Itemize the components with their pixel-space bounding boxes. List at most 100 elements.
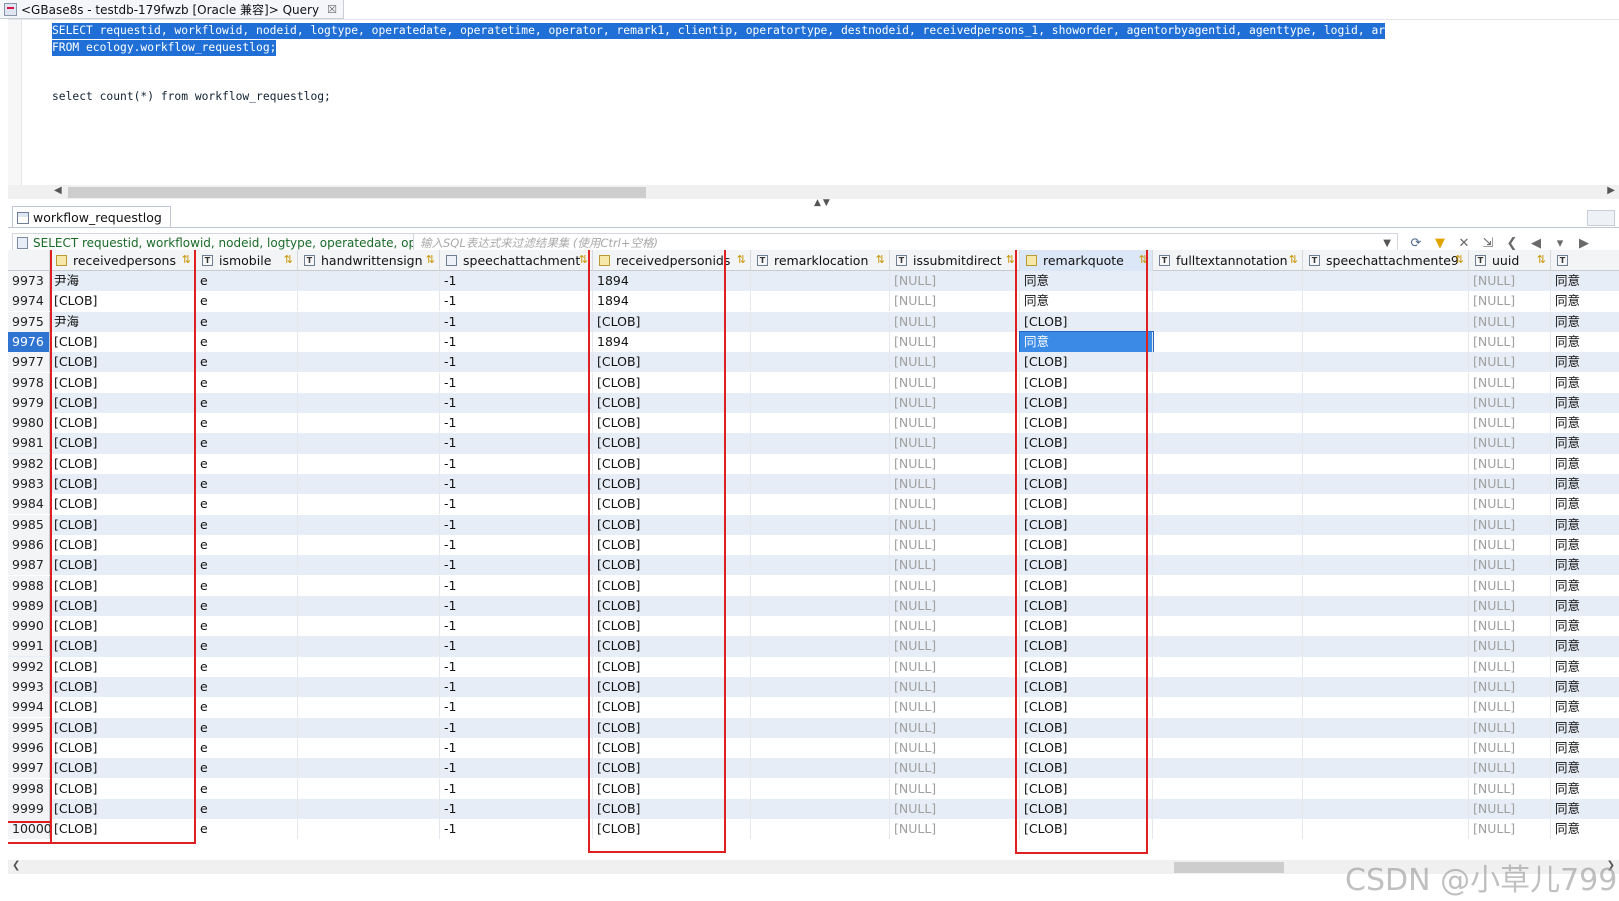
cell-remarkquote[interactable]: [CLOB] [1020, 311, 1153, 332]
cell-receivedpersonids[interactable]: [CLOB] [593, 555, 751, 576]
cell-next[interactable]: 同意 [1551, 332, 1619, 352]
cell-speechattachmente9[interactable] [1303, 595, 1469, 616]
cell-speechattachmente9[interactable] [1303, 413, 1469, 434]
cell-next[interactable]: 同意 [1551, 718, 1619, 738]
cell-speechattachment[interactable]: -1 [440, 311, 593, 332]
column-header-remarklocation[interactable]: Tremarklocation ⇅ [751, 250, 890, 271]
cell-speechattachmente9[interactable] [1303, 656, 1469, 677]
cell-handwrittensign[interactable] [298, 697, 440, 718]
cell-handwrittensign[interactable] [298, 778, 440, 799]
cell-receivedpersonids[interactable]: [CLOB] [593, 413, 751, 434]
cell-remarkquote[interactable]: [CLOB] [1020, 798, 1153, 819]
cell-ismobile[interactable]: e [196, 778, 298, 799]
cell-ismobile[interactable]: e [196, 331, 298, 352]
cell-receivedpersonids[interactable]: [CLOB] [593, 778, 751, 799]
cell-handwrittensign[interactable] [298, 392, 440, 413]
cell-remarklocation[interactable] [751, 737, 890, 758]
cell-remarkquote[interactable]: [CLOB] [1020, 636, 1153, 657]
cell-ismobile[interactable]: e [196, 311, 298, 332]
cell-uuid[interactable]: [NULL] [1469, 819, 1551, 840]
cell-uuid[interactable]: [NULL] [1469, 372, 1551, 393]
cell-remarkquote[interactable]: [CLOB] [1020, 616, 1153, 637]
cell-speechattachmente9[interactable] [1303, 737, 1469, 758]
editor-horizontal-scrollbar[interactable]: ◀ ▶ [8, 185, 1619, 199]
column-header-fulltextannotation[interactable]: Tfulltextannotation ⇅ [1153, 250, 1303, 271]
row-number[interactable]: 9986 [8, 534, 50, 555]
cell-receivedpersonids[interactable]: [CLOB] [593, 758, 751, 779]
cell-speechattachmente9[interactable] [1303, 677, 1469, 697]
cell-speechattachment[interactable]: -1 [440, 595, 593, 616]
cell-remarkquote[interactable]: [CLOB] [1020, 737, 1153, 758]
cell-receivedpersons[interactable]: [CLOB] [50, 737, 196, 758]
cell-speechattachment[interactable]: -1 [440, 717, 593, 738]
cell-fulltextannotation[interactable] [1153, 534, 1303, 555]
cell-handwrittensign[interactable] [298, 737, 440, 758]
cell-remarklocation[interactable] [751, 453, 890, 474]
cell-remarklocation[interactable] [751, 778, 890, 799]
cell-remarkquote[interactable]: [CLOB] [1020, 453, 1153, 474]
cell-receivedpersons[interactable]: 尹海 [50, 271, 196, 291]
cell-handwrittensign[interactable] [298, 798, 440, 819]
cell-issubmitdirect[interactable]: [NULL] [890, 778, 1020, 799]
table-row[interactable]: 9980 [CLOB] e -1 [CLOB] [NULL] [CLOB] [NULL] 同意 [8, 413, 1619, 434]
cell-fulltextannotation[interactable] [1153, 352, 1303, 373]
cell-next[interactable]: 同意 [1551, 454, 1619, 474]
cell-speechattachmente9[interactable] [1303, 494, 1469, 515]
cell-receivedpersonids[interactable]: [CLOB] [593, 616, 751, 637]
cell-receivedpersons[interactable]: [CLOB] [50, 352, 196, 373]
cell-receivedpersonids[interactable]: [CLOB] [593, 717, 751, 738]
clear-filter-icon[interactable]: ✕ [1456, 235, 1472, 251]
cell-remarkquote[interactable]: [CLOB] [1020, 656, 1153, 677]
cell-next[interactable]: 同意 [1551, 657, 1619, 677]
cell-handwrittensign[interactable] [298, 413, 440, 434]
filter-settings-icon[interactable]: ⇲ [1480, 235, 1496, 251]
cell-handwrittensign[interactable] [298, 291, 440, 312]
cell-remarklocation[interactable] [751, 352, 890, 373]
cell-next[interactable]: 同意 [1551, 616, 1619, 636]
table-row[interactable]: 9993 [CLOB] e -1 [CLOB] [NULL] [CLOB] [NULL] 同意 [8, 677, 1619, 698]
cell-uuid[interactable]: [NULL] [1469, 271, 1551, 291]
cell-ismobile[interactable]: e [196, 737, 298, 758]
cell-issubmitdirect[interactable]: [NULL] [890, 352, 1020, 373]
table-row[interactable]: 9990 [CLOB] e -1 [CLOB] [NULL] [CLOB] [NULL] 同意 [8, 616, 1619, 637]
cell-issubmitdirect[interactable]: [NULL] [890, 555, 1020, 576]
sort-icon[interactable]: ⇅ [579, 253, 588, 266]
cell-fulltextannotation[interactable] [1153, 514, 1303, 535]
table-row[interactable]: 9994 [CLOB] e -1 [CLOB] [NULL] [CLOB] [NULL] 同意 [8, 697, 1619, 718]
cell-ismobile[interactable]: e [196, 595, 298, 616]
cell-uuid[interactable]: [NULL] [1469, 697, 1551, 718]
cell-speechattachmente9[interactable] [1303, 474, 1469, 494]
cell-remarkquote[interactable]: [CLOB] [1020, 433, 1153, 454]
grid-scroll-thumb[interactable] [1174, 862, 1284, 873]
cell-speechattachment[interactable]: -1 [440, 534, 593, 555]
cell-uuid[interactable]: [NULL] [1469, 737, 1551, 758]
cell-uuid[interactable]: [NULL] [1469, 413, 1551, 434]
cell-remarklocation[interactable] [751, 697, 890, 718]
cell-uuid[interactable]: [NULL] [1469, 514, 1551, 535]
row-number[interactable]: 9981 [8, 433, 50, 454]
table-row[interactable]: 9983 [CLOB] e -1 [CLOB] [NULL] [CLOB] [NULL] 同意 [8, 474, 1619, 495]
cell-ismobile[interactable]: e [196, 413, 298, 434]
editor-scroll-thumb[interactable] [68, 187, 646, 198]
cell-uuid[interactable]: [NULL] [1469, 677, 1551, 697]
cell-speechattachmente9[interactable] [1303, 819, 1469, 840]
cell-next[interactable]: 同意 [1551, 738, 1619, 758]
cell-receivedpersonids[interactable]: [CLOB] [593, 433, 751, 454]
cell-uuid[interactable]: [NULL] [1469, 352, 1551, 373]
sort-icon[interactable]: ⇅ [876, 253, 885, 266]
cell-issubmitdirect[interactable]: [NULL] [890, 474, 1020, 494]
forward-icon[interactable]: ▶ [1576, 235, 1592, 251]
cell-receivedpersons[interactable]: [CLOB] [50, 291, 196, 312]
table-row[interactable]: 9975 尹海 e -1 [CLOB] [NULL] [CLOB] [NULL] 同意 [8, 311, 1619, 332]
cell-uuid[interactable]: [NULL] [1469, 392, 1551, 413]
cell-remarkquote[interactable]: [CLOB] [1020, 514, 1153, 535]
row-number[interactable]: 9979 [8, 392, 50, 413]
filter-history-dropdown-icon[interactable]: ▼ [1383, 238, 1391, 249]
row-number[interactable]: 9996 [8, 737, 50, 758]
cell-ismobile[interactable]: e [196, 798, 298, 819]
cell-receivedpersons[interactable]: [CLOB] [50, 677, 196, 697]
cell-receivedpersonids[interactable]: [CLOB] [593, 311, 751, 332]
cell-handwrittensign[interactable] [298, 819, 440, 840]
cell-receivedpersons[interactable]: [CLOB] [50, 595, 196, 616]
cell-issubmitdirect[interactable]: [NULL] [890, 717, 1020, 738]
